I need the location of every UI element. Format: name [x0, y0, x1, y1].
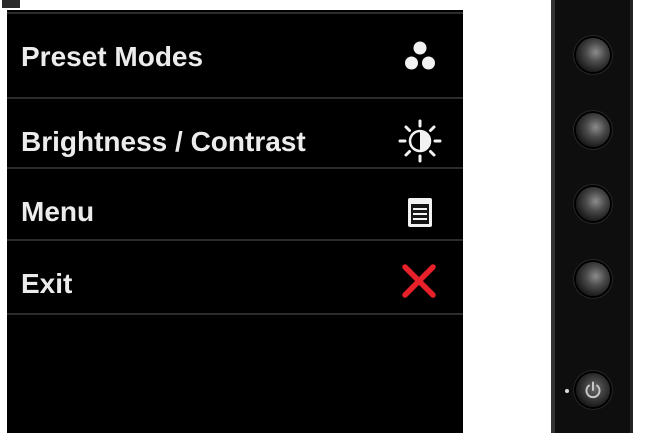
window-corner-tab [2, 0, 20, 8]
hardware-button-menu[interactable] [576, 187, 610, 221]
bezel-edge [630, 0, 633, 433]
menu-item-label: Preset Modes [21, 41, 204, 72]
osd-menu-panel: Preset Modes Brightness / Contrast Menu … [7, 10, 463, 433]
exit-icon [402, 264, 436, 298]
menu-icon [408, 198, 432, 227]
power-led [565, 389, 569, 393]
menu-divider [7, 97, 463, 99]
menu-divider [7, 12, 463, 14]
menu-divider [7, 167, 463, 169]
menu-item-exit[interactable]: Exit [7, 239, 463, 311]
menu-item-label: Menu [21, 196, 95, 227]
bezel-edge [551, 0, 555, 433]
monitor-bezel [551, 0, 633, 433]
hardware-button-brightness-contrast[interactable] [576, 113, 610, 147]
hardware-button-exit[interactable] [576, 262, 610, 296]
menu-item-label: Exit [21, 268, 73, 299]
menu-item-label: Brightness / Contrast [21, 126, 306, 157]
menu-item-preset-modes[interactable]: Preset Modes [7, 12, 463, 84]
preset-modes-icon [405, 41, 435, 70]
menu-divider [7, 313, 463, 315]
menu-item-menu[interactable]: Menu [7, 167, 463, 239]
brightness-contrast-icon [398, 119, 442, 163]
power-icon [585, 381, 601, 399]
menu-item-brightness-contrast[interactable]: Brightness / Contrast [7, 97, 463, 169]
power-button[interactable] [576, 373, 610, 407]
menu-divider [7, 239, 463, 241]
hardware-button-preset-modes[interactable] [576, 38, 610, 72]
